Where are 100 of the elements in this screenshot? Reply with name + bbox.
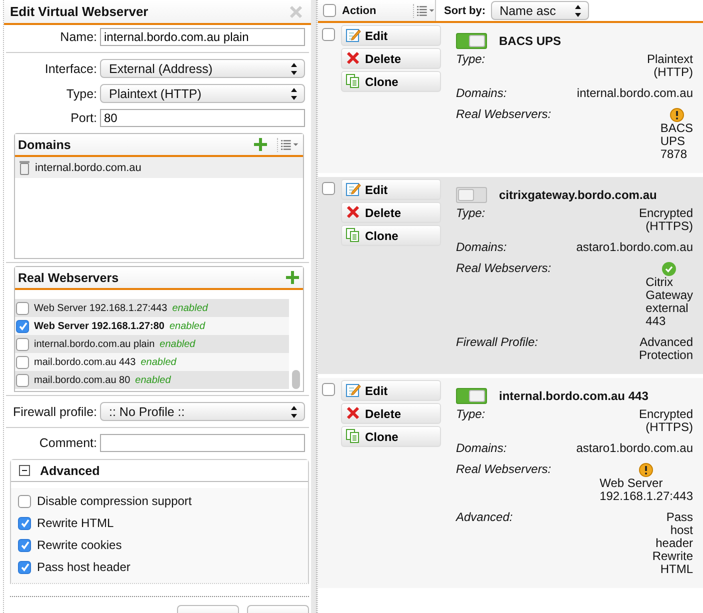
dropdown[interactable]: Plaintext (HTTP): [100, 84, 305, 103]
checkmark-icon: [20, 562, 30, 572]
edit-icon: [346, 383, 361, 398]
checkbox[interactable]: [322, 28, 335, 41]
scrollbar-thumb[interactable]: [292, 370, 300, 389]
checkmark-icon: [18, 321, 28, 331]
detail-value: Web Server 192.168.1.27:443: [600, 477, 693, 503]
field-label: Interface:: [44, 62, 97, 76]
detail-value: Advanced Protection: [638, 336, 693, 362]
sort-dropdown[interactable]: Name asc: [490, 1, 589, 20]
cross-icon: [346, 51, 361, 66]
toggle-switch[interactable]: [456, 187, 487, 203]
edit-button[interactable]: Edit: [341, 25, 441, 46]
checkmark-icon: [20, 540, 30, 550]
status-text: enabled: [140, 356, 176, 368]
close-icon[interactable]: [289, 4, 303, 18]
dropdown-value: Plaintext (HTTP): [109, 86, 202, 100]
detail-label: Domains:: [456, 87, 508, 100]
field-label: Firewall profile:: [12, 404, 97, 418]
checkmark-icon: [20, 518, 30, 528]
checkbox[interactable]: [18, 516, 31, 530]
panel-title: Domains: [18, 138, 72, 152]
status-text: enabled: [172, 302, 208, 314]
checkbox[interactable]: [322, 383, 335, 396]
input-field[interactable]: internal.bordo.com.au plain: [100, 28, 305, 46]
dropdown-value: External (Address): [109, 62, 213, 76]
trash-icon: [19, 160, 30, 175]
checkbox[interactable]: [16, 338, 29, 350]
clone-button[interactable]: Clone: [341, 426, 441, 447]
dropdown[interactable]: External (Address): [100, 59, 305, 78]
detail-label: Real Webservers:: [456, 108, 552, 123]
cross-icon: [346, 406, 361, 421]
option-label: Pass host header: [37, 560, 130, 574]
detail-label: Type:: [456, 53, 486, 68]
updown-arrows-icon: [290, 62, 298, 76]
detail-label: Domains:: [456, 241, 508, 254]
edit-button[interactable]: Edit: [341, 179, 441, 200]
entry-name: citrixgateway.bordo.com.au: [499, 188, 657, 202]
entry-name: BACS UPS: [499, 34, 562, 48]
sort-label: Sort by:: [444, 4, 486, 16]
detail-label: Real Webservers:: [456, 262, 552, 277]
option-label: Disable compression support: [37, 494, 192, 508]
copy-icon: [346, 429, 361, 444]
detail-value: Encrypted (HTTPS): [638, 408, 693, 434]
detail-label: Real Webservers:: [456, 463, 552, 478]
dropdown-value: :: No Profile ::: [109, 404, 185, 418]
option-label: Rewrite HTML: [37, 516, 114, 530]
checkbox[interactable]: [16, 302, 29, 314]
clone-button[interactable]: Clone: [341, 71, 441, 92]
dropdown[interactable]: :: No Profile ::: [100, 402, 305, 421]
select-all-checkbox[interactable]: [323, 4, 336, 17]
detail-label: Advanced:: [456, 511, 514, 526]
webserver-name: mail.bordo.com.au 80: [34, 374, 130, 386]
edit-icon: [346, 182, 361, 197]
field-label: Port:: [70, 111, 97, 125]
toggle-switch[interactable]: [456, 388, 487, 404]
cross-icon: [346, 205, 361, 220]
checkbox[interactable]: [322, 182, 335, 195]
delete-button[interactable]: Delete: [341, 403, 441, 424]
checkbox[interactable]: [18, 560, 31, 574]
input-field[interactable]: 80: [100, 109, 305, 127]
detail-value: astaro1.bordo.com.au: [576, 241, 693, 254]
webserver-name: Web Server 192.168.1.27:443: [34, 302, 168, 314]
detail-value: Pass host header Rewrite HTML: [652, 511, 693, 576]
field-label: Name:: [59, 30, 97, 44]
delete-button[interactable]: Delete: [341, 202, 441, 223]
detail-label: Domains:: [456, 442, 508, 455]
detail-label: Firewall Profile:: [456, 336, 540, 351]
copy-icon: [346, 74, 361, 89]
delete-button[interactable]: Delete: [341, 48, 441, 69]
list-menu-icon[interactable]: [413, 4, 435, 18]
domain-name: internal.bordo.com.au: [35, 162, 142, 174]
updown-arrows-icon: [290, 404, 298, 418]
detail-label: Type:: [456, 207, 486, 222]
status-text: enabled: [135, 374, 171, 386]
detail-value: internal.bordo.com.au: [576, 87, 693, 100]
option-label: Rewrite cookies: [37, 538, 122, 552]
edit-button[interactable]: Edit: [341, 380, 441, 401]
edit-icon: [346, 28, 361, 43]
domain-item[interactable]: internal.bordo.com.au: [15, 157, 303, 178]
checkbox[interactable]: [18, 494, 31, 508]
checkbox[interactable]: [16, 374, 29, 386]
collapse-icon[interactable]: [19, 465, 30, 476]
input-field[interactable]: [100, 434, 305, 452]
detail-value: Citrix Gateway external 443: [646, 276, 693, 328]
clone-button[interactable]: Clone: [341, 225, 441, 246]
webserver-name: mail.bordo.com.au 443: [34, 356, 136, 368]
updown-arrows-icon: [290, 86, 298, 100]
add-icon[interactable]: [254, 138, 267, 151]
list-menu-icon[interactable]: [277, 138, 299, 152]
panel-title: Real Webservers: [18, 270, 120, 284]
field-label: Type:: [65, 86, 97, 100]
checkbox[interactable]: [16, 356, 29, 368]
section-title: Advanced: [40, 464, 100, 478]
checkbox[interactable]: [16, 320, 29, 332]
webserver-name: internal.bordo.com.au plain: [34, 338, 155, 350]
toggle-switch[interactable]: [456, 33, 487, 49]
add-icon[interactable]: [286, 271, 299, 284]
field-label: Comment:: [38, 436, 97, 450]
checkbox[interactable]: [18, 538, 31, 552]
